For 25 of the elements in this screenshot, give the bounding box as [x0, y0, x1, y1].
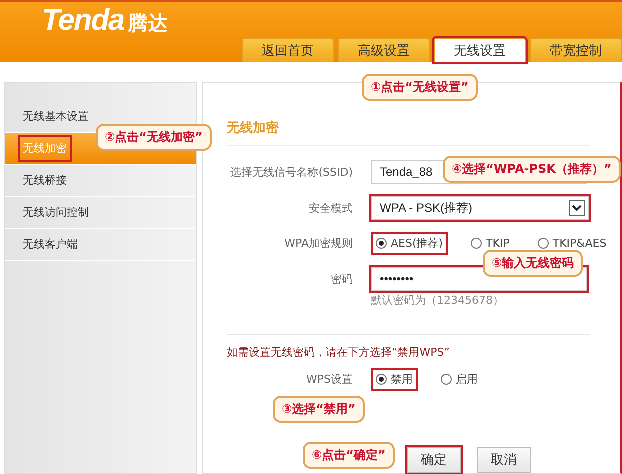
annotation-tooltip: ④选择“WPA-PSK（推荐）” [443, 156, 621, 183]
annotation-tooltip: ②点击“无线加密” [96, 124, 212, 151]
field-label: WPA加密规则 [284, 236, 353, 251]
wps-note: 如需设置无线密码，请在下方选择“禁用WPS” [227, 345, 451, 360]
hint-text: 默认密码为（12345678） [371, 293, 505, 308]
annotation-tooltip: ①点击“无线设置” [362, 74, 478, 101]
radio-label: TKIP&AES [552, 237, 607, 250]
radio-label: 启用 [456, 372, 478, 387]
sidebar-item-label: 无线加密 [20, 137, 70, 160]
radio-label: 禁用 [391, 372, 413, 387]
sidebar-item-label: 无线客户端 [22, 237, 79, 253]
logo-text: 腾达 [128, 10, 168, 37]
radio-label: AES(推荐) [391, 236, 444, 251]
sidebar-item-label: 无线访问控制 [22, 205, 90, 221]
annotation-tooltip: ⑥点击“确定” [303, 442, 395, 469]
field-label: 选择无线信号名称(SSID) [230, 164, 353, 180]
radio-label: TKIP [486, 237, 510, 250]
sidebar-item-label: 无线桥接 [22, 173, 68, 189]
field-label: WPS设置 [306, 372, 353, 387]
field-label: 安全模式 [308, 200, 353, 216]
logo: Tenda [42, 4, 124, 38]
field-label: 密码 [330, 272, 353, 286]
annotation-tooltip: ⑤输入无线密码 [483, 250, 584, 277]
annotation-tooltip: ③选择“禁用” [273, 396, 365, 423]
sidebar-item-label: 无线基本设置 [22, 109, 90, 125]
